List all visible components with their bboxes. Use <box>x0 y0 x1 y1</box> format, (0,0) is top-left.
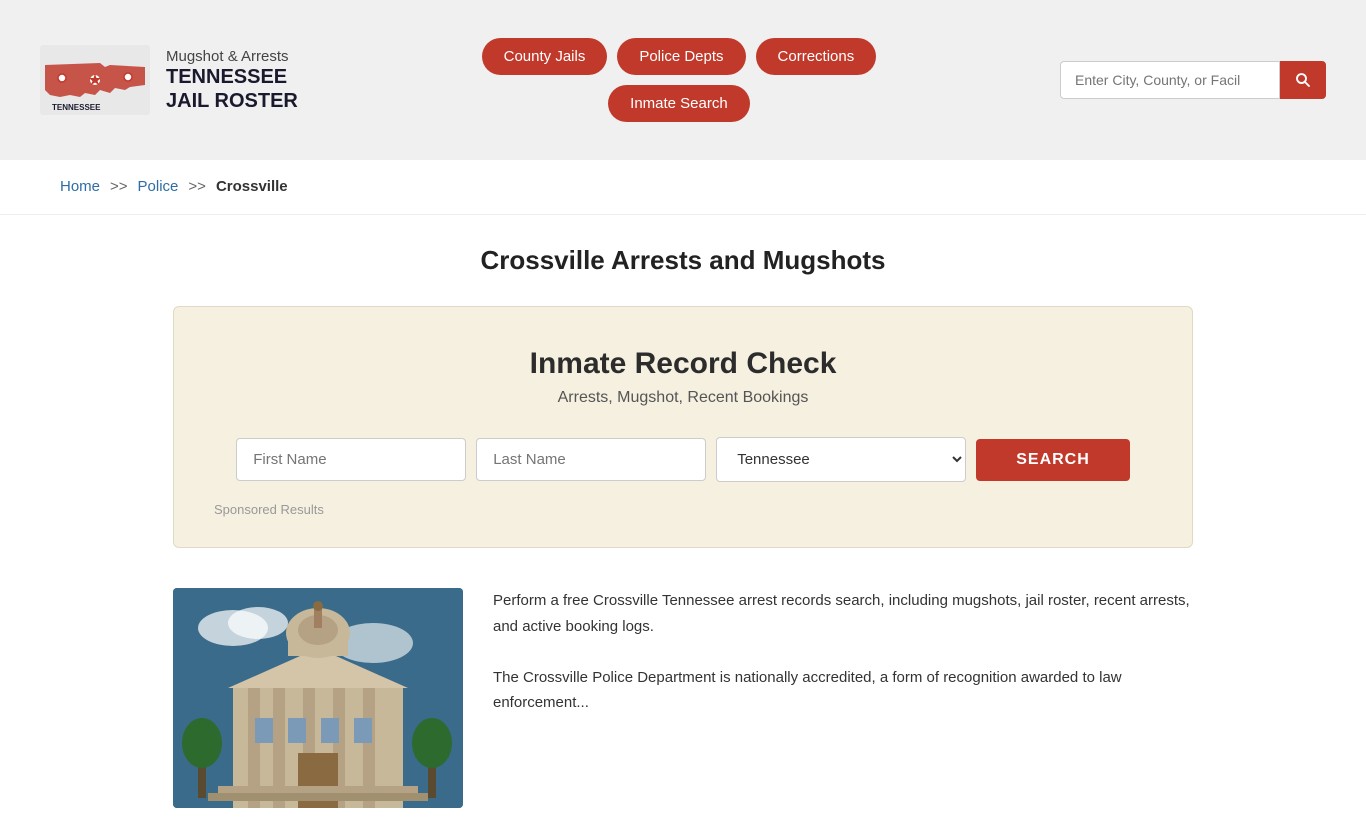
header-search-input[interactable] <box>1060 61 1280 99</box>
nav-corrections[interactable]: Corrections <box>756 38 877 75</box>
breadcrumb: Home >> Police >> Crossville <box>0 160 1366 215</box>
first-name-input[interactable] <box>236 438 466 481</box>
page-title: Crossville Arrests and Mugshots <box>173 245 1193 276</box>
site-title: TENNESSEE JAIL ROSTER <box>166 65 298 113</box>
nav-inmate-search[interactable]: Inmate Search <box>608 85 750 122</box>
logo-text: Mugshot & Arrests TENNESSEE JAIL ROSTER <box>166 48 298 113</box>
record-check-title: Inmate Record Check <box>214 347 1152 381</box>
breadcrumb-police-link[interactable]: Police <box>138 178 179 195</box>
header: TENNESSEE Mugshot & Arrests TENNESSEE JA… <box>0 0 1366 160</box>
state-select[interactable]: AlabamaAlaskaArizonaArkansasCaliforniaCo… <box>716 437 966 482</box>
building-image <box>173 588 463 808</box>
breadcrumb-current: Crossville <box>216 178 288 195</box>
main-content: Crossville Arrests and Mugshots Inmate R… <box>133 215 1233 838</box>
record-check-subtitle: Arrests, Mugshot, Recent Bookings <box>214 389 1152 407</box>
bottom-section: Perform a free Crossville Tennessee arre… <box>173 588 1193 808</box>
nav-county-jails[interactable]: County Jails <box>482 38 608 75</box>
tennessee-logo-icon: TENNESSEE <box>40 45 150 115</box>
sponsored-label: Sponsored Results <box>214 502 1152 517</box>
nav-police-depts[interactable]: Police Depts <box>617 38 745 75</box>
record-check-box: Inmate Record Check Arrests, Mugshot, Re… <box>173 306 1193 548</box>
last-name-input[interactable] <box>476 438 706 481</box>
record-search-button[interactable]: SEARCH <box>976 439 1130 481</box>
logo-area: TENNESSEE Mugshot & Arrests TENNESSEE JA… <box>40 45 298 115</box>
breadcrumb-sep-2: >> <box>188 178 206 195</box>
breadcrumb-home-link[interactable]: Home <box>60 178 100 195</box>
description-text-2: The Crossville Police Department is nati… <box>493 665 1193 716</box>
nav-row-1: County Jails Police Depts Corrections <box>482 38 877 75</box>
description-text-1: Perform a free Crossville Tennessee arre… <box>493 588 1193 639</box>
description-area: Perform a free Crossville Tennessee arre… <box>493 588 1193 716</box>
tagline: Mugshot & Arrests <box>166 48 298 65</box>
search-icon <box>1294 71 1312 89</box>
header-search-button[interactable] <box>1280 61 1326 99</box>
navigation: County Jails Police Depts Corrections In… <box>482 38 877 122</box>
record-search-form: AlabamaAlaskaArizonaArkansasCaliforniaCo… <box>214 437 1152 482</box>
breadcrumb-sep-1: >> <box>110 178 128 195</box>
nav-row-2: Inmate Search <box>608 85 750 122</box>
svg-text:TENNESSEE: TENNESSEE <box>52 103 101 112</box>
header-search-area <box>1060 61 1326 99</box>
